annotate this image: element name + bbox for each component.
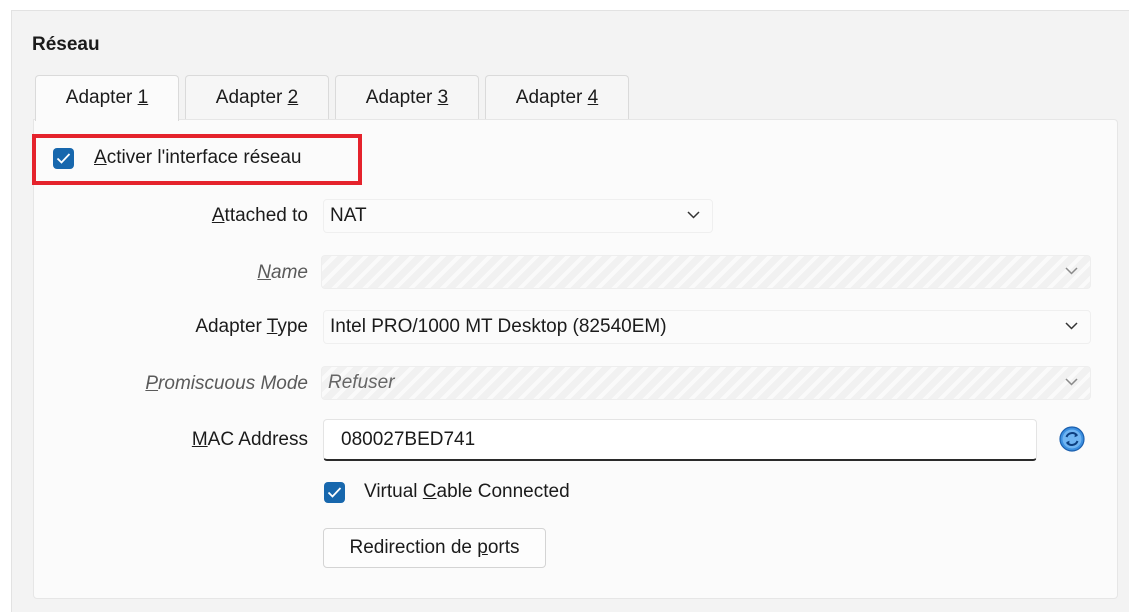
tab-label: Adapter — [215, 87, 288, 108]
generate-mac-button[interactable] — [1058, 425, 1086, 453]
label-text: able Connected — [436, 481, 570, 502]
label-mnemonic: P — [145, 373, 159, 394]
tab-label: Adapter — [365, 87, 438, 108]
attached-to-select[interactable]: NAT — [323, 199, 713, 233]
name-label: Name — [48, 262, 308, 284]
chevron-down-icon — [1065, 378, 1078, 386]
label-text: Virtual — [364, 481, 423, 502]
button-mnemonic: p — [477, 537, 488, 558]
tab-label: Adapter — [515, 87, 588, 108]
button-label: orts — [487, 537, 520, 558]
label-mnemonic: M — [191, 429, 208, 450]
tab-mnemonic: 2 — [287, 87, 299, 108]
tab-mnemonic: 3 — [437, 87, 449, 108]
tab-adapter-2[interactable]: Adapter 2 — [185, 75, 329, 119]
check-icon — [327, 487, 342, 498]
label-mnemonic: A — [211, 205, 225, 226]
cable-connected-checkbox[interactable] — [324, 482, 345, 503]
adapter-type-select[interactable]: Intel PRO/1000 MT Desktop (82540EM) — [323, 310, 1091, 344]
label-text: ttached to — [224, 205, 308, 226]
label-text: AC Address — [207, 429, 308, 450]
tab-adapter-1[interactable]: Adapter 1 — [35, 75, 179, 121]
tab-label: Adapter — [65, 87, 138, 108]
promiscuous-mode-select: Refuser — [321, 366, 1091, 400]
label-text: ype — [277, 316, 308, 337]
refresh-icon — [1059, 426, 1085, 452]
section-title: Réseau — [32, 34, 100, 55]
promiscuous-mode-label: Promiscuous Mode — [48, 373, 308, 395]
label-text: romiscuous Mode — [158, 373, 308, 394]
label-mnemonic: T — [266, 316, 278, 337]
adapter-type-value: Intel PRO/1000 MT Desktop (82540EM) — [330, 316, 667, 337]
label-mnemonic: C — [422, 481, 437, 502]
label-text: Adapter — [195, 316, 267, 337]
tab-adapter-4[interactable]: Adapter 4 — [485, 75, 629, 119]
mac-address-label: MAC Address — [48, 429, 308, 451]
highlight-box — [32, 134, 362, 185]
label-text: ame — [271, 262, 308, 283]
cable-connected-label: Virtual Cable Connected — [364, 481, 570, 503]
chevron-down-icon — [1065, 267, 1078, 275]
tab-content — [33, 119, 1118, 599]
tab-mnemonic: 1 — [137, 87, 149, 108]
attached-to-value: NAT — [330, 205, 367, 226]
port-forwarding-button[interactable]: Redirection de ports — [323, 528, 546, 568]
name-select — [321, 255, 1091, 289]
attached-to-label: Attached to — [48, 205, 308, 227]
tab-mnemonic: 4 — [587, 87, 599, 108]
chevron-down-icon — [687, 211, 700, 219]
mac-address-input[interactable]: 080027BED741 — [323, 419, 1037, 461]
promiscuous-mode-value: Refuser — [328, 372, 395, 393]
mac-address-value: 080027BED741 — [341, 429, 476, 450]
label-mnemonic: N — [257, 262, 272, 283]
adapter-type-label: Adapter Type — [48, 316, 308, 338]
button-label: Redirection de — [349, 537, 478, 558]
tab-adapter-3[interactable]: Adapter 3 — [335, 75, 479, 119]
chevron-down-icon — [1065, 322, 1078, 330]
